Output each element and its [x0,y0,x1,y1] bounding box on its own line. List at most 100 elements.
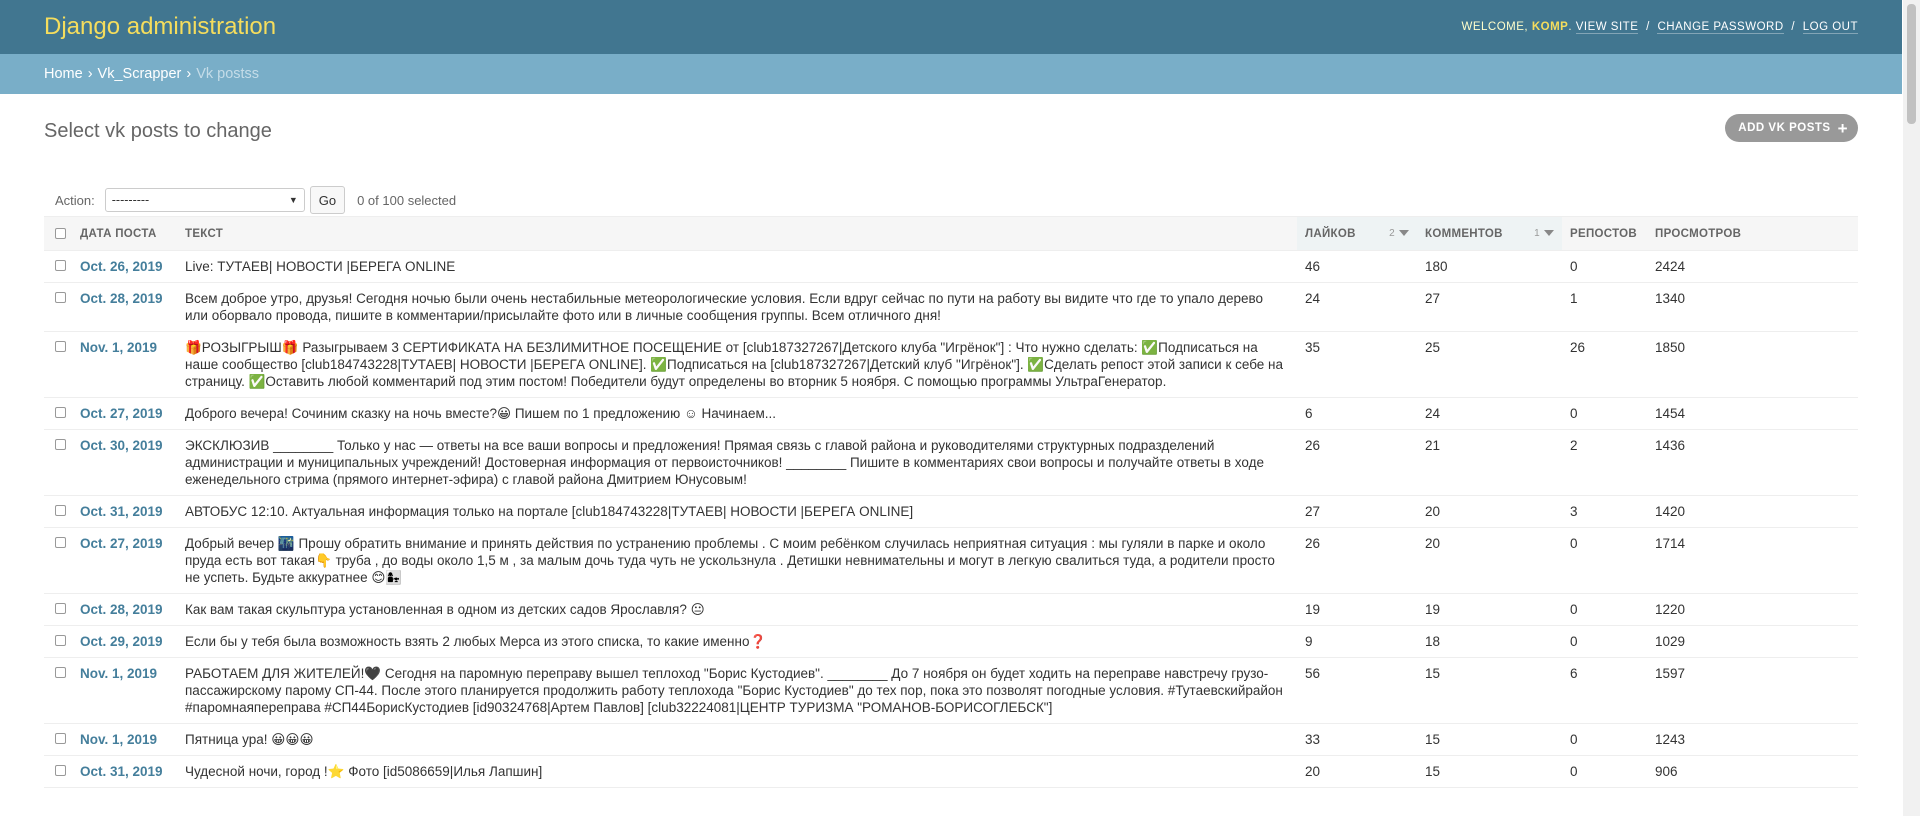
comments-cell: 25 [1417,331,1562,398]
site-branding[interactable]: Django administration [44,13,276,41]
comments-cell: 19 [1417,593,1562,626]
text-cell: РАБОТАЕМ ДЛЯ ЖИТЕЛЕЙ!🖤 Сегодня на паромн… [177,657,1297,724]
row-checkbox[interactable] [55,439,66,450]
text-cell: 🎁РОЗЫГРЫШ🎁 Разыгрываем 3 СЕРТИФИКАТА НА … [177,331,1297,398]
separator: / [1791,21,1796,33]
sort-descending-icon [1544,230,1554,236]
post-date-link[interactable]: Oct. 29, 2019 [80,634,163,649]
row-select-cell [44,657,72,724]
go-button[interactable]: Go [309,186,346,214]
row-select-cell [44,527,72,594]
reposts-cell: 1 [1562,282,1647,332]
views-cell: 1714 [1647,527,1858,594]
table-row: Oct. 29, 2019 Если бы у тебя была возможн… [44,625,1858,658]
likes-cell: 26 [1297,429,1417,496]
text-cell: Доброго вечера! Сочиним сказку на ночь в… [177,397,1297,430]
likes-cell: 46 [1297,250,1417,283]
breadcrumb-app-link[interactable]: Vk_Scrapper [98,66,182,82]
sort-priority: 1 [1534,227,1540,239]
row-checkbox[interactable] [55,537,66,548]
views-cell: 1436 [1647,429,1858,496]
text-cell: Всем доброе утро, друзья! Сегодня ночью … [177,282,1297,332]
views-cell: 906 [1647,755,1858,788]
select-all-checkbox[interactable] [55,227,66,239]
breadcrumb-home-link[interactable]: Home [44,66,83,82]
column-header-date[interactable]: Дата поста [72,216,177,251]
views-cell: 1243 [1647,723,1858,756]
post-date-link[interactable]: Nov. 1, 2019 [80,340,157,355]
row-checkbox[interactable] [55,635,66,646]
change-password-link[interactable]: Change password [1657,21,1784,34]
column-header-views[interactable]: Просмотров [1647,216,1858,251]
user-tools: Welcome, komp. View site / Change passwo… [1461,21,1858,34]
page-title: Select vk posts to change [44,120,272,142]
plus-icon: + [1837,118,1848,138]
views-cell: 1420 [1647,495,1858,528]
table-row: Oct. 30, 2019 ЭКСКЛЮЗИВ ________ Только у… [44,429,1858,496]
date-cell: Nov. 1, 2019 [72,723,177,756]
views-cell: 1597 [1647,657,1858,724]
post-date-link[interactable]: Nov. 1, 2019 [80,666,157,681]
table-row: Oct. 27, 2019 Добрый вечер 🌃 Прошу обрати… [44,527,1858,594]
likes-cell: 20 [1297,755,1417,788]
likes-sort-indicator[interactable]: 2 [1389,228,1409,239]
row-checkbox[interactable] [55,341,66,352]
column-header-likes-label: Лайков [1305,227,1356,240]
text-cell: АВТОБУС 12:10. Актуальная информация тол… [177,495,1297,528]
date-cell: Oct. 30, 2019 [72,429,177,496]
likes-cell: 33 [1297,723,1417,756]
username: komp [1531,21,1569,33]
post-date-link[interactable]: Nov. 1, 2019 [80,732,157,747]
add-vk-posts-button[interactable]: Add vk posts + [1725,114,1858,142]
row-checkbox[interactable] [55,733,66,744]
row-select-cell [44,593,72,626]
breadcrumb: Home › Vk_Scrapper › Vk postss [0,54,1902,94]
row-select-cell [44,723,72,756]
comments-sort-indicator[interactable]: 1 [1534,228,1554,239]
row-checkbox[interactable] [55,603,66,614]
view-site-link[interactable]: View site [1575,21,1639,34]
row-checkbox[interactable] [55,667,66,678]
comments-cell: 180 [1417,250,1562,283]
row-checkbox[interactable] [55,292,66,303]
scrollbar-thumb[interactable] [1907,4,1916,124]
column-header-comments[interactable]: Комментов 1 [1417,216,1562,251]
column-header-reposts[interactable]: Репостов [1562,216,1647,251]
table-row: Nov. 1, 2019 Пятница ура! 😀😀😀 33 15 0 1243 [44,723,1858,756]
likes-cell: 24 [1297,282,1417,332]
views-cell: 1850 [1647,331,1858,398]
row-checkbox[interactable] [55,765,66,776]
welcome-text: Welcome, [1461,21,1529,33]
text-cell: Как вам такая скульптура установленная в… [177,593,1297,626]
likes-cell: 26 [1297,527,1417,594]
column-header-likes[interactable]: Лайков 2 [1297,216,1417,251]
post-date-link[interactable]: Oct. 26, 2019 [80,259,163,274]
row-checkbox[interactable] [55,505,66,516]
post-date-link[interactable]: Oct. 30, 2019 [80,438,163,453]
post-date-link[interactable]: Oct. 27, 2019 [80,406,163,421]
log-out-link[interactable]: Log out [1802,21,1858,34]
post-date-link[interactable]: Oct. 31, 2019 [80,504,163,519]
table-row: Nov. 1, 2019 РАБОТАЕМ ДЛЯ ЖИТЕЛЕЙ!🖤 Сегод… [44,657,1858,724]
post-date-link[interactable]: Oct. 28, 2019 [80,602,163,617]
likes-cell: 19 [1297,593,1417,626]
action-select[interactable]: --------- ▼ [104,188,305,212]
comments-cell: 21 [1417,429,1562,496]
reposts-cell: 0 [1562,593,1647,626]
page-scrollbar[interactable] [1903,0,1920,816]
column-header-text[interactable]: Текст [177,216,1297,251]
select-all-header [44,216,72,251]
row-checkbox[interactable] [55,260,66,271]
views-cell: 2424 [1647,250,1858,283]
post-date-link[interactable]: Oct. 31, 2019 [80,764,163,779]
date-cell: Oct. 27, 2019 [72,527,177,594]
post-date-link[interactable]: Oct. 27, 2019 [80,536,163,551]
table-row: Nov. 1, 2019 🎁РОЗЫГРЫШ🎁 Разыгрываем 3 СЕР… [44,331,1858,398]
post-date-link[interactable]: Oct. 28, 2019 [80,291,163,306]
text-cell: Чудесной ночи, город !⭐ Фото [id5086659|… [177,755,1297,788]
row-select-cell [44,625,72,658]
row-checkbox[interactable] [55,407,66,418]
table-row: Oct. 28, 2019 Как вам такая скульптура ус… [44,593,1858,626]
breadcrumb-separator: › [186,66,192,82]
text-cell: ЭКСКЛЮЗИВ ________ Только у нас — ответы… [177,429,1297,496]
